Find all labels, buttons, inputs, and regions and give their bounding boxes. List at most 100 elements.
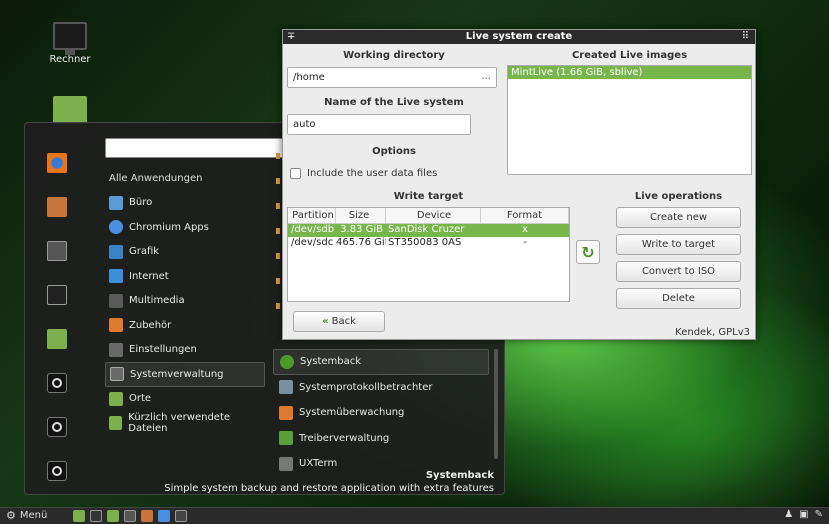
footer-credit: Kendek, GPLv3 bbox=[675, 327, 750, 338]
write-target-label: Write target bbox=[393, 191, 464, 202]
category-item[interactable]: Internet bbox=[105, 264, 265, 289]
live-name-input[interactable]: auto bbox=[287, 114, 471, 135]
browse-button[interactable]: ... bbox=[481, 71, 491, 82]
folder-icon bbox=[47, 329, 67, 349]
lock-screen-button[interactable] bbox=[41, 369, 73, 397]
search-input[interactable]: ⚲ bbox=[105, 138, 295, 158]
shutdown-button[interactable] bbox=[41, 457, 73, 485]
category-item[interactable]: Einstellungen bbox=[105, 338, 265, 363]
refresh-icon: ↻ bbox=[581, 242, 595, 262]
dialog-titlebar[interactable]: ∓ Live system create ⠿ bbox=[283, 30, 755, 44]
window-menu-icon[interactable]: ⠿ bbox=[742, 30, 749, 44]
terminal-icon[interactable] bbox=[90, 510, 102, 522]
column-header[interactable]: Partition bbox=[288, 208, 336, 223]
category-item[interactable]: Systemverwaltung bbox=[105, 362, 265, 387]
list-item[interactable]: MintLive (1.66 GiB, sblive) bbox=[508, 66, 751, 79]
table-row[interactable]: /dev/sdc 465.76 GiB ST350083 0AS - bbox=[288, 237, 569, 250]
show-desktop-icon[interactable] bbox=[73, 510, 85, 522]
internet-icon bbox=[109, 269, 123, 284]
software-icon[interactable] bbox=[141, 510, 153, 522]
log-viewer-icon bbox=[279, 380, 293, 395]
app-icon-strip bbox=[276, 153, 280, 343]
desktop-icon-computer[interactable]: Rechner bbox=[40, 22, 100, 65]
category-item[interactable]: Multimedia bbox=[105, 289, 265, 314]
category-item[interactable]: Alle Anwendungen bbox=[105, 166, 265, 191]
dialog-title: Live system create bbox=[465, 31, 573, 42]
delete-button[interactable]: Delete bbox=[616, 288, 741, 309]
system-monitor-icon bbox=[279, 405, 293, 420]
scrollbar[interactable] bbox=[494, 349, 498, 459]
chromium-icon[interactable] bbox=[158, 510, 170, 522]
favorite-software[interactable] bbox=[41, 193, 73, 221]
convert-to-iso-button[interactable]: Convert to ISO bbox=[616, 261, 741, 282]
live-system-dialog: ∓ Live system create ⠿ Working directory… bbox=[282, 29, 756, 340]
app-item-systemback[interactable]: Systemback bbox=[273, 349, 489, 375]
category-item[interactable]: Orte bbox=[105, 387, 265, 412]
created-images-list[interactable]: MintLive (1.66 GiB, sblive) bbox=[507, 65, 752, 175]
working-directory-field[interactable]: /home ... bbox=[287, 67, 497, 88]
package-icon bbox=[47, 197, 67, 217]
live-operations-label: Live operations bbox=[634, 191, 723, 202]
pin-icon[interactable]: ∓ bbox=[287, 30, 295, 44]
system-tray: ♟ ▣ ✎ bbox=[784, 509, 823, 520]
favorite-files[interactable] bbox=[41, 325, 73, 353]
user-icon[interactable]: ♟ bbox=[784, 509, 793, 520]
menu-label: Menü bbox=[19, 510, 48, 521]
firefox-icon bbox=[47, 153, 67, 173]
taskbar: ⚙ Menü ♟ ▣ ✎ bbox=[0, 507, 829, 524]
app-description: Systemback Simple system backup and rest… bbox=[164, 469, 494, 495]
systemback-icon bbox=[280, 354, 294, 369]
refresh-button[interactable]: ↻ bbox=[576, 240, 600, 264]
app-item[interactable]: Systemprotokollbetrachter bbox=[273, 375, 489, 401]
recent-folder-icon bbox=[109, 416, 123, 431]
logout-button[interactable] bbox=[41, 413, 73, 441]
include-user-data-checkbox[interactable]: Include the user data files bbox=[290, 168, 437, 179]
category-list: Alle Anwendungen Büro Chromium Apps Graf… bbox=[105, 166, 265, 436]
settings-icon[interactable] bbox=[124, 510, 136, 522]
settings-icon bbox=[47, 241, 67, 261]
terminal-icon bbox=[47, 285, 67, 305]
write-target-table: Partition Size Device Format /dev/sdb 3.… bbox=[287, 207, 570, 302]
live-name-label: Name of the Live system bbox=[324, 97, 464, 108]
category-item[interactable]: Kürzlich verwendete Dateien bbox=[105, 411, 265, 436]
chromium-icon bbox=[109, 220, 123, 235]
panel-launchers bbox=[73, 510, 192, 522]
app-item[interactable]: Systemüberwachung bbox=[273, 400, 489, 426]
power-icon bbox=[47, 461, 67, 481]
working-directory-label: Working directory bbox=[343, 50, 445, 61]
favorites-column bbox=[33, 149, 81, 501]
menu-button[interactable]: ⚙ Menü bbox=[6, 509, 47, 522]
back-button[interactable]: «Back bbox=[293, 311, 385, 332]
column-header[interactable]: Format bbox=[481, 208, 569, 223]
office-icon bbox=[109, 195, 123, 210]
category-item[interactable]: Büro bbox=[105, 191, 265, 216]
category-item[interactable]: Zubehör bbox=[105, 313, 265, 338]
app-description-text: Simple system backup and restore applica… bbox=[164, 483, 494, 494]
options-label: Options bbox=[372, 146, 416, 157]
logout-icon bbox=[47, 417, 67, 437]
created-images-label: Created Live images bbox=[571, 50, 688, 61]
files-icon[interactable] bbox=[107, 510, 119, 522]
favorite-firefox[interactable] bbox=[41, 149, 73, 177]
table-header: Partition Size Device Format bbox=[288, 208, 569, 224]
column-header[interactable]: Size bbox=[336, 208, 386, 223]
table-row[interactable]: /dev/sdb 3.83 GiB SanDisk Cruzer x bbox=[288, 224, 569, 237]
category-item[interactable]: Grafik bbox=[105, 240, 265, 265]
category-item[interactable]: Chromium Apps bbox=[105, 215, 265, 240]
lock-icon bbox=[47, 373, 67, 393]
favorite-settings[interactable] bbox=[41, 237, 73, 265]
pen-icon[interactable]: ✎ bbox=[815, 509, 823, 520]
column-header[interactable]: Device bbox=[386, 208, 481, 223]
multimedia-icon bbox=[109, 293, 123, 308]
app-item[interactable]: Treiberverwaltung bbox=[273, 426, 489, 452]
home-folder-icon bbox=[53, 96, 87, 124]
write-to-target-button[interactable]: Write to target bbox=[616, 234, 741, 255]
checkbox-box[interactable] bbox=[290, 168, 301, 179]
computer-icon bbox=[53, 22, 87, 55]
systemback-icon[interactable] bbox=[175, 510, 187, 522]
create-new-button[interactable]: Create new bbox=[616, 207, 741, 228]
desktop-icon-label: Rechner bbox=[49, 54, 91, 65]
app-list: Systemback Systemprotokollbetrachter Sys… bbox=[273, 349, 489, 477]
favorite-terminal[interactable] bbox=[41, 281, 73, 309]
network-icon[interactable]: ▣ bbox=[799, 509, 808, 520]
